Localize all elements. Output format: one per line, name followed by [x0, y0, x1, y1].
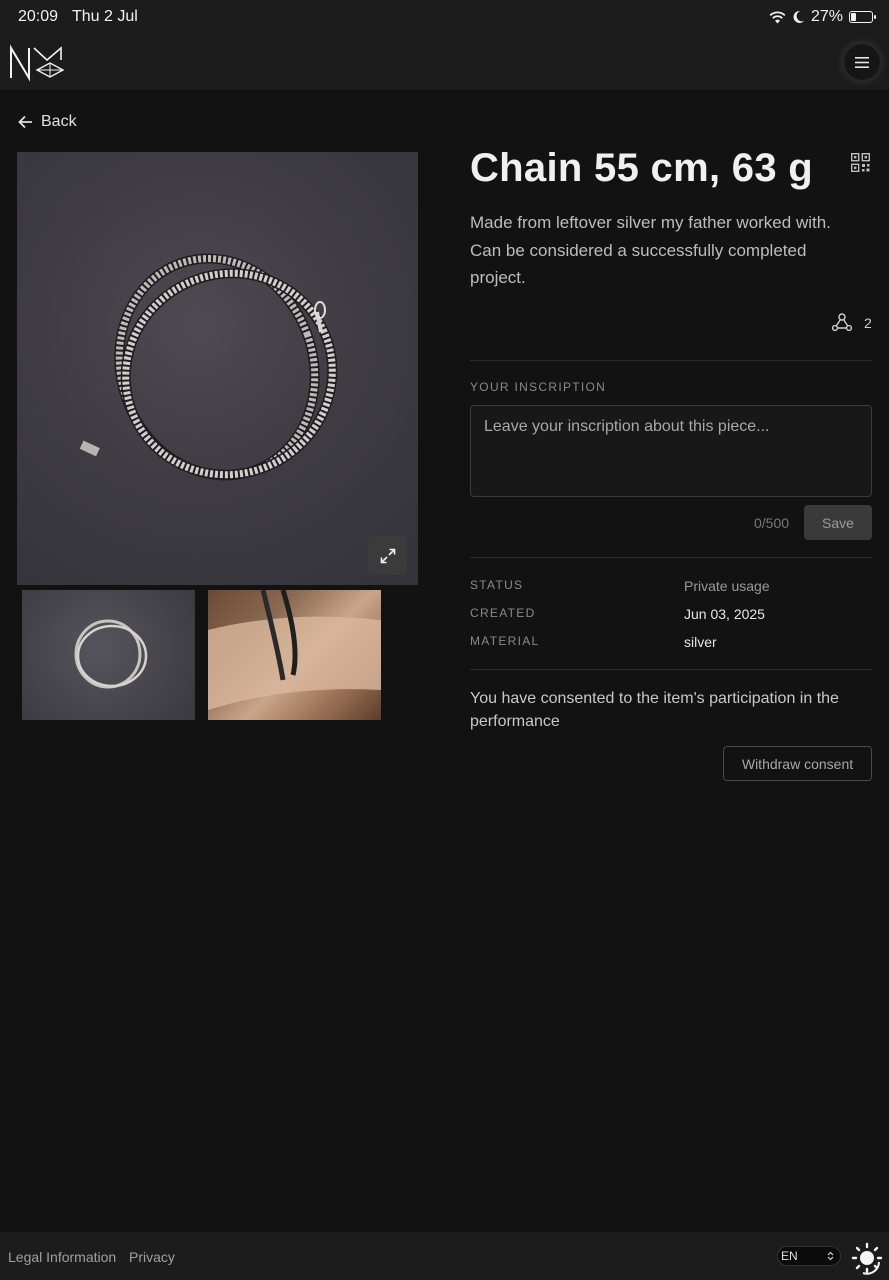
created-label: CREATED	[470, 606, 536, 620]
wrist-thumbnail	[208, 590, 381, 710]
chain-thumbnail	[74, 619, 148, 689]
status-time: 20:09	[18, 8, 59, 25]
battery-fill	[851, 13, 856, 21]
status-icons: 27%	[769, 8, 876, 26]
divider	[470, 669, 872, 670]
status-date: Thu 2 Jul	[72, 8, 138, 25]
share-count: 2	[864, 314, 872, 331]
app-header	[0, 34, 889, 91]
consent-text: You have consented to the item's partici…	[470, 690, 839, 730]
status-value: Private usage	[684, 578, 770, 594]
material-value: silver	[684, 634, 717, 650]
save-button[interactable]: Save	[804, 505, 872, 540]
hamburger-icon	[855, 56, 869, 68]
footer: Legal Information Privacy EN	[0, 1232, 889, 1280]
menu-button[interactable]	[844, 44, 880, 80]
back-label: Back	[41, 113, 77, 130]
qr-code-icon[interactable]	[851, 153, 870, 172]
created-value: Jun 03, 2025	[684, 606, 765, 622]
nm-logo[interactable]	[8, 44, 66, 82]
inscription-input[interactable]	[470, 405, 872, 497]
back-link[interactable]: Back	[18, 113, 77, 131]
expand-icon	[380, 548, 395, 563]
character-counter: 0/500	[754, 515, 790, 531]
legal-information-link[interactable]: Legal Information	[8, 1249, 116, 1265]
share-nodes-icon	[832, 313, 852, 332]
sun-icon[interactable]	[851, 1242, 885, 1276]
chain-illustration	[79, 253, 338, 481]
language-value: EN	[781, 1249, 798, 1263]
share-button[interactable]: 2	[832, 313, 872, 332]
battery-percent: 27%	[810, 8, 843, 25]
thumbnail-1[interactable]	[22, 590, 195, 720]
page: 20:09 Thu 2 Jul 27% Back Chain 55 cm, 63…	[0, 0, 889, 1280]
main-product-image[interactable]	[17, 152, 418, 585]
chevron-updown-icon	[827, 1251, 834, 1261]
inscription-label: YOUR INSCRIPTION	[470, 380, 607, 394]
status-label: STATUS	[470, 578, 524, 592]
status-bar: 20:09 Thu 2 Jul 27%	[0, 0, 889, 34]
battery-icon	[849, 11, 876, 23]
moon-icon	[793, 10, 804, 23]
arrow-left-icon	[18, 115, 32, 129]
privacy-link[interactable]: Privacy	[129, 1249, 175, 1265]
item-title: Chain 55 cm, 63 g	[470, 146, 814, 190]
material-label: MATERIAL	[470, 634, 540, 648]
expand-image-button[interactable]	[368, 536, 407, 575]
divider	[470, 557, 872, 558]
wifi-icon	[769, 11, 786, 23]
item-description: Made from leftover silver my father work…	[470, 213, 831, 287]
divider	[470, 360, 872, 361]
language-select[interactable]: EN	[777, 1246, 841, 1266]
thumbnail-2[interactable]	[208, 590, 381, 720]
withdraw-consent-button[interactable]: Withdraw consent	[723, 746, 872, 781]
